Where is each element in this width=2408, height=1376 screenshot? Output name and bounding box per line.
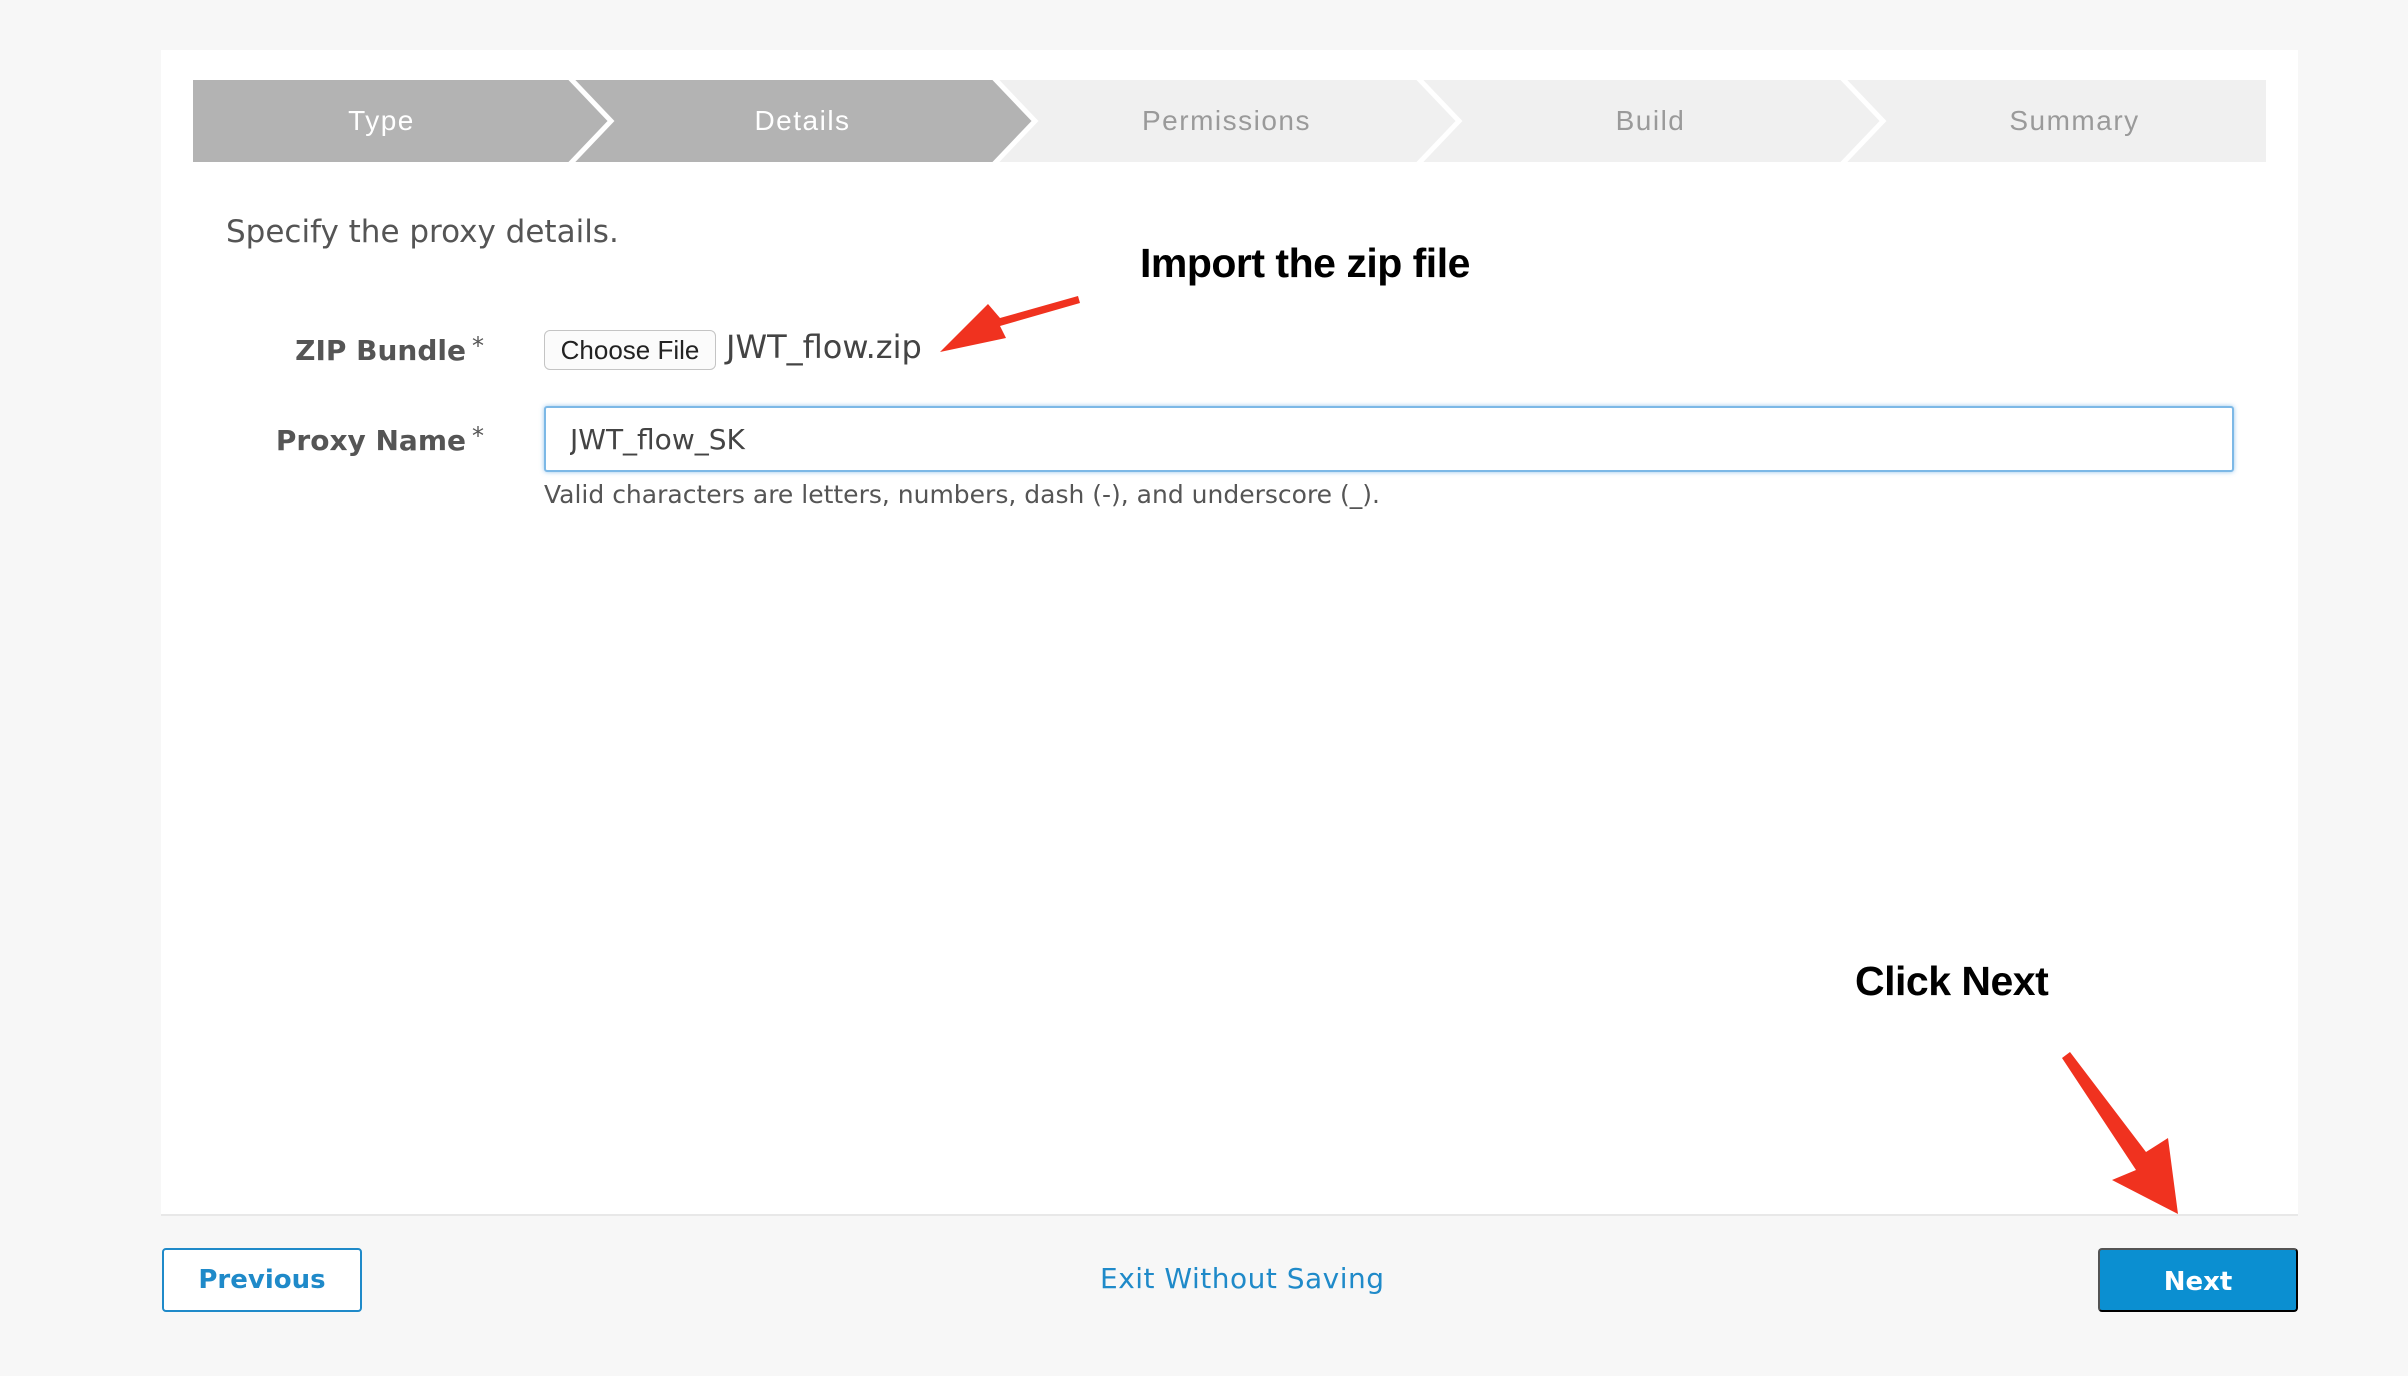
next-button[interactable]: Next [2098,1248,2298,1312]
exit-without-saving-link[interactable]: Exit Without Saving [1100,1262,1385,1295]
required-mark: * [472,332,484,360]
step-type: Type [348,105,415,136]
previous-button[interactable]: Previous [162,1248,362,1312]
required-mark: * [472,422,484,450]
footer-divider [161,1214,2298,1216]
annotation-click-next: Click Next [1855,958,2049,1004]
proxy-name-input[interactable] [544,406,2234,472]
annotation-import-zip: Import the zip file [1140,240,1470,286]
step-summary: Summary [2009,105,2140,136]
step-permissions: Permissions [1142,105,1311,136]
zip-bundle-label: ZIP Bundle * [174,332,484,367]
step-details: Details [754,105,851,136]
zip-bundle-label-text: ZIP Bundle [295,334,466,367]
selected-file-name: JWT_flow.zip [726,328,922,366]
wizard-stepper: Type Details Permissions Build Summary [193,80,2266,162]
choose-file-button[interactable]: Choose File [544,330,716,370]
step-build: Build [1615,105,1686,136]
form-instructions: Specify the proxy details. [226,214,619,250]
proxy-name-label-text: Proxy Name [275,424,466,457]
proxy-name-label: Proxy Name * [174,422,484,457]
proxy-name-hint: Valid characters are letters, numbers, d… [544,480,1380,509]
